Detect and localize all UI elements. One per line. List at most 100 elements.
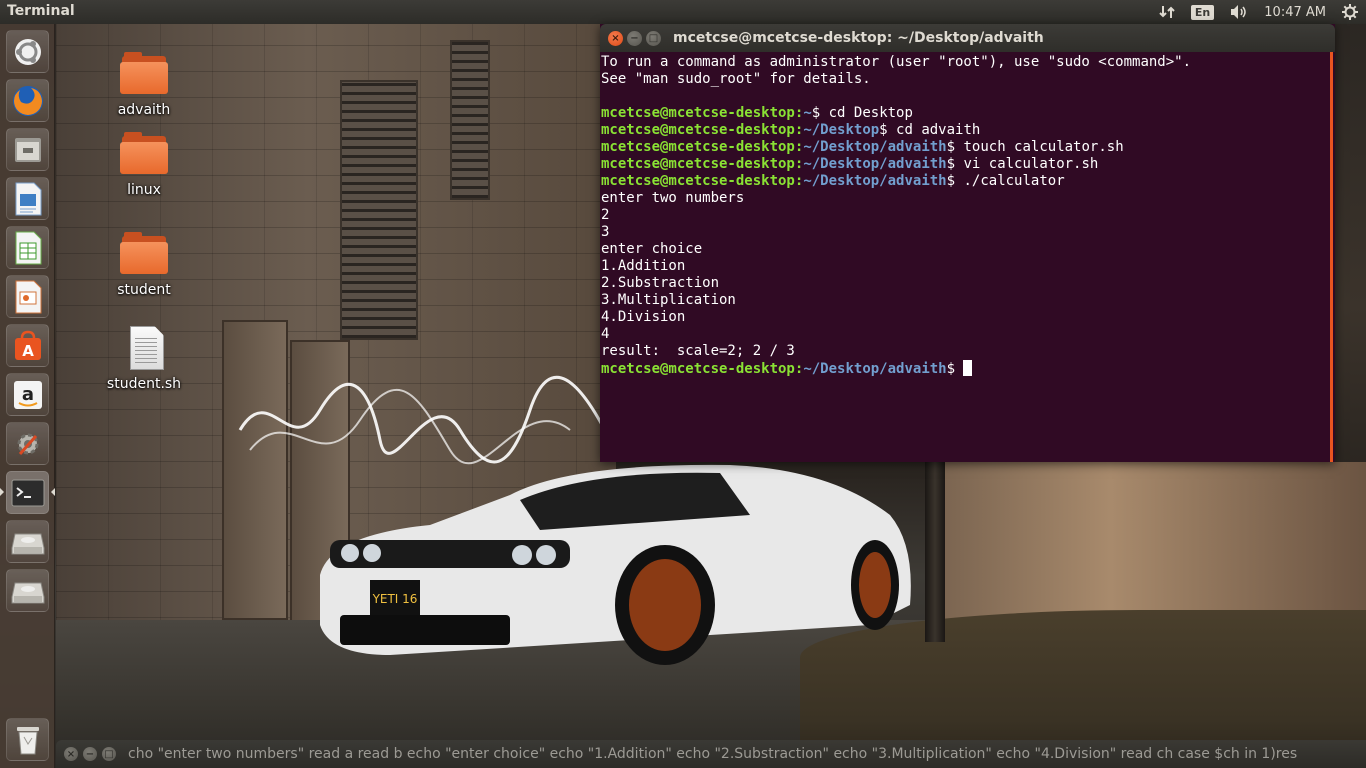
file-manager-icon — [14, 137, 41, 162]
folder-icon — [120, 232, 168, 280]
amazon-launcher[interactable]: a — [6, 373, 49, 416]
drive-launcher-2[interactable] — [6, 569, 49, 612]
terminal-output-line: See "man sudo_root" for details. — [601, 71, 871, 87]
settings-gear-icon[interactable] — [1334, 0, 1366, 24]
terminal-output-line: enter choice — [601, 241, 703, 257]
system-settings-launcher[interactable] — [6, 422, 49, 465]
active-window-title: Terminal — [7, 3, 75, 19]
trash-launcher[interactable] — [6, 718, 49, 761]
prompt-user: mcetcse@mcetcse-desktop — [601, 156, 795, 172]
terminal-titlebar[interactable]: × − □ mcetcse@mcetcse-desktop: ~/Desktop… — [600, 24, 1335, 52]
terminal-output-line: 2 — [601, 207, 610, 223]
terminal-cursor — [963, 360, 973, 376]
prompt-command: cd Desktop — [820, 105, 913, 121]
maximize-icon: □ — [648, 32, 659, 44]
minimize-button[interactable]: − — [83, 747, 97, 761]
terminal-prompt-line: mcetcse@mcetcse-desktop:~/Desktop/advait… — [601, 139, 1328, 156]
running-indicator — [0, 488, 4, 496]
firefox-launcher[interactable] — [6, 79, 49, 122]
minimize-icon: − — [630, 32, 639, 44]
top-panel: Terminal En 10:47 AM — [0, 0, 1366, 24]
minimized-editor-window[interactable]: × − □ cho "enter two numbers" read a rea… — [56, 740, 1366, 768]
minimized-window-title: cho "enter two numbers" read a read b ec… — [128, 746, 1298, 762]
keyboard-layout-label: En — [1190, 4, 1215, 20]
network-icon[interactable] — [1151, 0, 1183, 24]
amazon-icon: a — [13, 380, 42, 409]
drive-icon — [11, 582, 44, 603]
close-icon: × — [611, 32, 620, 44]
terminal-launcher[interactable] — [6, 471, 49, 514]
desktop-folder-student[interactable]: student — [94, 232, 194, 298]
clock[interactable]: 10:47 AM — [1256, 0, 1334, 24]
prompt-path: ~/Desktop/advaith — [803, 139, 947, 155]
close-button[interactable]: × — [64, 747, 78, 761]
terminal-output[interactable]: To run a command as administrator (user … — [600, 52, 1328, 462]
minimize-icon: − — [85, 748, 95, 760]
drive-icon — [11, 533, 44, 554]
desktop-folder-advaith[interactable]: advaith — [94, 52, 194, 118]
folder-icon — [120, 52, 168, 100]
prompt-symbol: $ — [946, 361, 956, 377]
prompt-symbol: $ — [946, 139, 956, 155]
terminal-scrollbar[interactable] — [1329, 52, 1335, 462]
terminal-prompt-line: mcetcse@mcetcse-desktop:~$ cd Desktop — [601, 105, 1328, 122]
prompt-command: vi calculator.sh — [955, 156, 1099, 172]
prompt-user: mcetcse@mcetcse-desktop — [601, 361, 795, 377]
prompt-symbol: $ — [879, 122, 888, 138]
prompt-user: mcetcse@mcetcse-desktop — [601, 122, 795, 138]
wallpaper-wall — [940, 462, 1366, 622]
desktop-icon-label: student — [117, 282, 171, 298]
terminal-icon — [11, 479, 44, 506]
prompt-user: mcetcse@mcetcse-desktop — [601, 105, 795, 121]
prompt-user: mcetcse@mcetcse-desktop — [601, 139, 795, 155]
desktop-folder-linux[interactable]: linux — [94, 132, 194, 198]
terminal-output-line: 3.Multiplication — [601, 292, 736, 308]
terminal-window[interactable]: × − □ mcetcse@mcetcse-desktop: ~/Desktop… — [600, 24, 1335, 462]
terminal-output-line: To run a command as administrator (user … — [601, 54, 1192, 70]
wallpaper-vent — [450, 40, 490, 200]
files-launcher[interactable] — [6, 128, 49, 171]
prompt-path: ~/Desktop — [803, 122, 880, 138]
writer-launcher[interactable] — [6, 177, 49, 220]
system-tray: En 10:47 AM — [1151, 0, 1366, 24]
prompt-command — [955, 361, 963, 377]
prompt-symbol: $ — [946, 156, 956, 172]
impress-icon — [15, 280, 41, 313]
prompt-path: ~/Desktop/advaith — [803, 156, 947, 172]
dash-home-button[interactable] — [6, 30, 49, 73]
software-center-launcher[interactable]: A — [6, 324, 49, 367]
unity-launcher: A a — [0, 24, 55, 768]
terminal-output-line: 4 — [601, 326, 610, 342]
drive-launcher-1[interactable] — [6, 520, 49, 563]
impress-launcher[interactable] — [6, 275, 49, 318]
software-center-icon: A — [14, 330, 41, 360]
prompt-path: ~/Desktop/advaith — [803, 361, 947, 377]
car-image: YETI 16 — [320, 464, 911, 665]
ubuntu-logo-icon — [14, 38, 41, 65]
scrollbar-thumb[interactable] — [1330, 52, 1333, 462]
calc-icon — [15, 231, 41, 264]
prompt-symbol: $ — [946, 173, 956, 189]
prompt-command: ./calculator — [955, 173, 1065, 189]
terminal-prompt-line: mcetcse@mcetcse-desktop:~/Desktop/advait… — [601, 173, 1328, 190]
maximize-button[interactable]: □ — [102, 747, 116, 761]
keyboard-layout-indicator[interactable]: En — [1183, 0, 1222, 24]
desktop-icon-label: linux — [127, 182, 161, 198]
wallpaper-vent — [340, 80, 418, 340]
prompt-command: cd advaith — [887, 122, 981, 138]
maximize-icon: □ — [104, 748, 114, 760]
maximize-button[interactable]: □ — [646, 31, 661, 46]
close-button[interactable]: × — [608, 31, 623, 46]
prompt-path: ~ — [803, 105, 812, 121]
focused-indicator — [51, 488, 55, 496]
close-icon: × — [66, 748, 76, 760]
trash-icon — [16, 726, 39, 754]
volume-icon[interactable] — [1222, 0, 1256, 24]
terminal-output-line: 3 — [601, 224, 610, 240]
desktop-icon-label: advaith — [117, 102, 171, 118]
desktop-file-student-sh[interactable]: student.sh — [94, 326, 194, 392]
calc-launcher[interactable] — [6, 226, 49, 269]
terminal-title: mcetcse@mcetcse-desktop: ~/Desktop/advai… — [673, 30, 1044, 46]
minimize-button[interactable]: − — [627, 31, 642, 46]
